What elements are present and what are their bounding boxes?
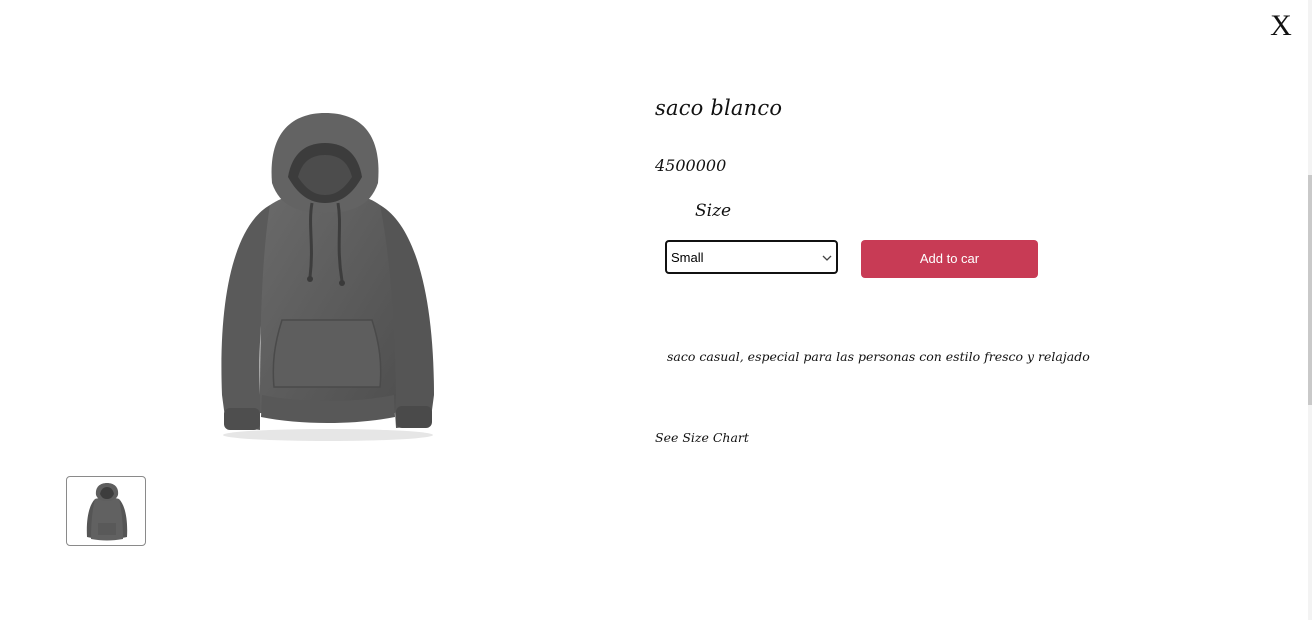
hoodie-thumbnail-icon bbox=[86, 483, 128, 541]
close-button[interactable]: X bbox=[1266, 8, 1296, 44]
product-description: saco casual, especial para las personas … bbox=[667, 349, 1090, 364]
scrollbar-track[interactable] bbox=[1308, 0, 1312, 620]
size-label: Size bbox=[695, 201, 732, 221]
add-to-cart-button[interactable]: Add to car bbox=[861, 240, 1038, 278]
scrollbar-thumb[interactable] bbox=[1308, 175, 1312, 405]
size-select-value: Small bbox=[671, 250, 704, 265]
product-thumbnail[interactable] bbox=[66, 476, 146, 546]
chevron-down-icon bbox=[822, 255, 832, 261]
product-title: saco blanco bbox=[655, 96, 783, 120]
size-chart-link[interactable]: See Size Chart bbox=[655, 430, 749, 445]
product-price: 4500000 bbox=[655, 156, 727, 175]
size-select[interactable]: Small bbox=[665, 240, 838, 274]
product-main-image bbox=[190, 95, 460, 445]
